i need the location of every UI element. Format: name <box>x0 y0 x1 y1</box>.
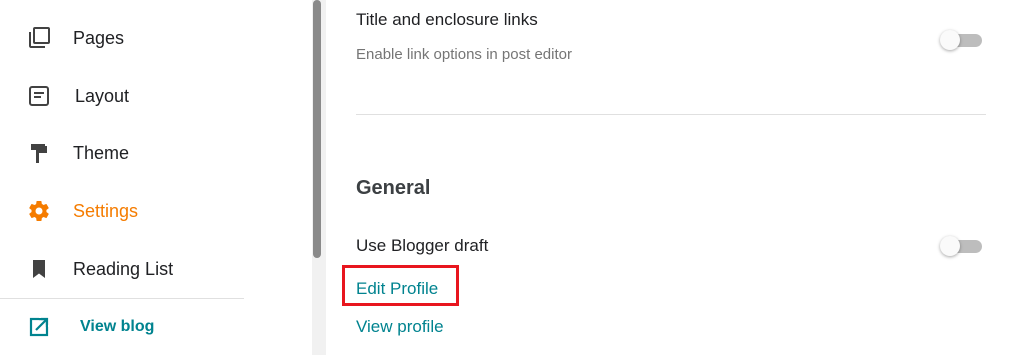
section-divider <box>356 114 986 115</box>
sidebar-item-settings[interactable]: Settings <box>0 191 300 231</box>
sidebar-item-layout[interactable]: Layout <box>0 76 300 116</box>
sidebar-item-label: Theme <box>73 142 130 163</box>
toggle-knob <box>940 30 960 50</box>
use-blogger-draft-toggle[interactable] <box>940 235 982 257</box>
general-section-heading: General <box>356 177 431 199</box>
sidebar-scrollbar-thumb[interactable] <box>313 0 321 258</box>
use-blogger-draft-title: Use Blogger draft <box>356 236 489 255</box>
layout-icon <box>26 83 52 109</box>
sidebar-item-pages[interactable]: Pages <box>0 18 300 58</box>
sidebar-item-label: Layout <box>75 85 130 106</box>
sidebar-item-label: Reading List <box>73 258 174 279</box>
sidebar-divider <box>0 298 244 299</box>
sidebar-item-label: Settings <box>73 200 139 221</box>
bookmark-icon <box>26 256 52 282</box>
sidebar: Pages Layout Theme Settings Reading List… <box>0 0 312 355</box>
view-profile-link[interactable]: View profile <box>356 317 444 337</box>
open-in-new-icon <box>26 314 52 340</box>
toggle-knob <box>940 236 960 256</box>
sidebar-item-theme[interactable]: Theme <box>0 133 300 173</box>
title-enclosure-links-title: Title and enclosure links <box>356 10 538 29</box>
view-blog-label: View blog <box>80 318 155 335</box>
pages-icon <box>26 25 52 51</box>
view-blog-link[interactable]: View blog <box>0 307 300 347</box>
sidebar-item-reading-list[interactable]: Reading List <box>0 249 300 289</box>
edit-profile-link[interactable]: Edit Profile <box>356 279 438 299</box>
theme-roller-icon <box>26 140 52 166</box>
title-enclosure-links-toggle[interactable] <box>940 29 982 51</box>
sidebar-item-label: Pages <box>73 27 125 48</box>
settings-main-panel: Title and enclosure links Enable link op… <box>326 0 1024 355</box>
settings-screen: Pages Layout Theme Settings Reading List… <box>0 0 1024 355</box>
title-enclosure-links-description: Enable link options in post editor <box>356 46 572 63</box>
gear-icon <box>26 198 52 224</box>
